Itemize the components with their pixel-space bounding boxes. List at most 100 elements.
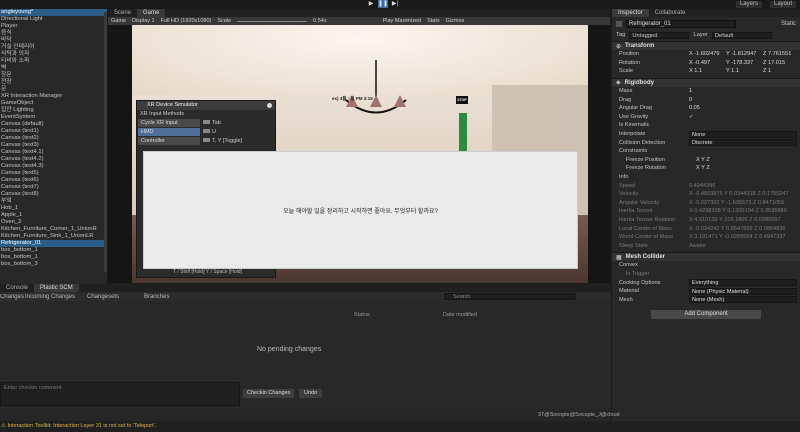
- layout-dropdown[interactable]: Layout: [769, 1, 796, 8]
- controller-button[interactable]: Controller: [138, 136, 200, 145]
- col-status[interactable]: Status: [346, 312, 443, 320]
- hierarchy-item[interactable]: box_bottom_3: [0, 261, 107, 268]
- freeze-rotation-value[interactable]: X Y Z: [696, 165, 710, 171]
- gizmos-toggle[interactable]: Gizmos: [446, 18, 465, 24]
- hierarchy-item[interactable]: 집안 Lighting: [0, 107, 107, 114]
- use-gravity-value[interactable]: ✓: [689, 114, 694, 120]
- scm-search-input[interactable]: Search: [444, 293, 576, 300]
- checkin-comment-input[interactable]: Enter checkin comment: [0, 382, 240, 406]
- hierarchy-item[interactable]: Canvas (text7): [0, 184, 107, 191]
- rotation-z[interactable]: Z 17.015: [763, 60, 798, 66]
- tab-changesets[interactable]: Changesets: [87, 294, 144, 300]
- hierarchy-item[interactable]: Canvas (text4.3): [0, 163, 107, 170]
- constraints-foldout[interactable]: Constraints: [619, 148, 647, 154]
- undo-button[interactable]: Undo: [299, 389, 323, 398]
- hierarchy-item[interactable]: 음식: [0, 30, 107, 37]
- hierarchy-item[interactable]: Canvas (text6): [0, 177, 107, 184]
- freeze-position-value[interactable]: X Y Z: [696, 157, 710, 163]
- transform-header[interactable]: ⊕ Transform: [612, 41, 800, 50]
- scale-x[interactable]: X 1.1: [689, 68, 724, 74]
- position-z[interactable]: Z 7.761551: [763, 51, 798, 57]
- static-toggle[interactable]: Static: [781, 21, 800, 27]
- scale-slider[interactable]: [237, 20, 308, 22]
- hmd-button[interactable]: HMD: [138, 127, 200, 136]
- drag-value[interactable]: 0: [689, 97, 692, 103]
- hierarchy-item[interactable]: Hob_1: [0, 205, 107, 212]
- hierarchy-item[interactable]: box_bottom_1: [0, 247, 107, 254]
- hierarchy-item[interactable]: Kitchen_Furniture_Corner_1_UnionR: [0, 226, 107, 233]
- hierarchy-item[interactable]: Player: [0, 23, 107, 30]
- rotation-x[interactable]: X -0.497: [689, 60, 724, 66]
- hierarchy-item[interactable]: Canvas (text4.1): [0, 149, 107, 156]
- interpolate-value[interactable]: None: [689, 130, 797, 138]
- display-dropdown[interactable]: Display 1: [132, 18, 155, 24]
- hierarchy-item[interactable]: 문: [0, 86, 107, 93]
- step-button[interactable]: ▶|: [390, 0, 400, 8]
- hierarchy-item[interactable]: Canvas (default): [0, 121, 107, 128]
- scale-y[interactable]: Y 1.1: [726, 68, 761, 74]
- tab-incoming-changes[interactable]: Incoming Changes: [25, 294, 87, 300]
- hierarchy-item[interactable]: Canvas (text2): [0, 135, 107, 142]
- tab-branches[interactable]: Branches: [144, 294, 169, 300]
- hierarchy-item[interactable]: GameObject: [0, 100, 107, 107]
- hierarchy-item[interactable]: Canvas (text4.2): [0, 156, 107, 163]
- minimize-icon[interactable]: [267, 103, 272, 108]
- angular-drag-value[interactable]: 0.05: [689, 105, 700, 111]
- hierarchy-item[interactable]: 천장: [0, 79, 107, 86]
- active-checkbox[interactable]: [616, 21, 622, 27]
- hierarchy-item[interactable]: Oven_2: [0, 219, 107, 226]
- material-value[interactable]: None (Physic Material): [689, 287, 797, 295]
- cooking-options-value[interactable]: Everything: [689, 279, 797, 287]
- hierarchy-item[interactable]: Canvas (text3): [0, 142, 107, 149]
- play-button[interactable]: ▶: [366, 0, 376, 8]
- tab-collaborate[interactable]: Collaborate: [649, 9, 692, 17]
- hierarchy-item[interactable]: EventSystem: [0, 114, 107, 121]
- position-x[interactable]: X -1.602479: [689, 51, 724, 57]
- rigidbody-header[interactable]: ◈ Rigidbody: [612, 77, 800, 87]
- mass-value[interactable]: 1: [689, 88, 692, 94]
- hierarchy-item[interactable]: angleyoung*: [0, 9, 107, 16]
- tab-game[interactable]: Game: [137, 9, 166, 17]
- scale-z[interactable]: Z 1: [763, 68, 798, 74]
- object-name-field[interactable]: Refrigerator_01: [626, 20, 736, 28]
- hierarchy-scrollbar[interactable]: [104, 12, 107, 272]
- collision-detection-value[interactable]: Discrete: [689, 139, 797, 147]
- hierarchy-item[interactable]: 벽: [0, 65, 107, 72]
- pause-button[interactable]: ❚❚: [378, 0, 388, 8]
- tag-dropdown[interactable]: Untagged: [629, 31, 690, 39]
- position-y[interactable]: Y -1.812947: [726, 51, 761, 57]
- layers-dropdown[interactable]: Layers: [735, 1, 762, 8]
- rotation-y[interactable]: Y -178.337: [726, 60, 761, 66]
- hierarchy-item[interactable]: Canvas (text5): [0, 170, 107, 177]
- tab-scene[interactable]: Scene: [108, 9, 137, 17]
- hierarchy-item[interactable]: Canvas (text8): [0, 191, 107, 198]
- tab-plastic-scm[interactable]: Plastic SCM: [34, 284, 79, 292]
- col-date-modified[interactable]: Date modified: [443, 312, 477, 320]
- hierarchy-item[interactable]: 거실 인테리어: [0, 44, 107, 51]
- mesh-collider-header[interactable]: ▦ Mesh Collider: [612, 252, 800, 262]
- resolution-dropdown[interactable]: Full HD (1920x1080): [161, 18, 212, 24]
- stats-toggle[interactable]: Stats: [427, 18, 440, 24]
- hierarchy-item[interactable]: Canvas (text1): [0, 128, 107, 135]
- checkin-changes-button[interactable]: Checkin Changes: [243, 389, 295, 398]
- hierarchy-item[interactable]: 바닥: [0, 37, 107, 44]
- hierarchy-item[interactable]: Refrigerator_01: [0, 240, 107, 247]
- tab-inspector[interactable]: Inspector: [612, 9, 649, 17]
- hierarchy-item[interactable]: 창문: [0, 72, 107, 79]
- hierarchy-item[interactable]: box_bottom_1: [0, 254, 107, 261]
- info-foldout[interactable]: Info: [619, 174, 628, 180]
- hierarchy-item[interactable]: XR Interaction Manager: [0, 93, 107, 100]
- tab-pending-changes[interactable]: Pending Changes: [0, 294, 24, 300]
- game-mode-dropdown[interactable]: Game: [111, 18, 126, 24]
- play-maximized-toggle[interactable]: Play Maximized: [383, 18, 422, 24]
- hierarchy-item[interactable]: 부엌: [0, 198, 107, 205]
- add-component-button[interactable]: Add Component: [651, 310, 761, 320]
- tab-console[interactable]: Console: [0, 284, 34, 292]
- hierarchy-item[interactable]: 티비와 소파: [0, 58, 107, 65]
- hierarchy-item[interactable]: Directional Light: [0, 16, 107, 23]
- hierarchy-item[interactable]: Apple_1: [0, 212, 107, 219]
- mesh-value[interactable]: None (Mesh): [689, 296, 797, 304]
- cycle-xr-input-button[interactable]: Cycle XR Input: [138, 118, 200, 127]
- hierarchy-item[interactable]: Kitchen_Furniture_Sink_1_UnionLR: [0, 233, 107, 240]
- layer-dropdown[interactable]: Default: [711, 31, 772, 39]
